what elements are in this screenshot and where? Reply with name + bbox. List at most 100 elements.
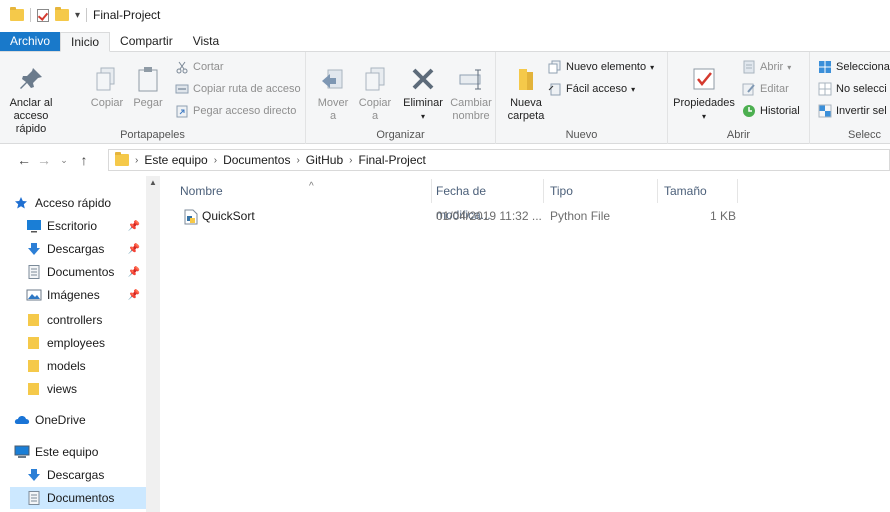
back-arrow-icon[interactable]: ←: [14, 152, 34, 168]
breadcrumb-item[interactable]: Este equipo: [144, 153, 207, 167]
table-row[interactable]: QuickSort 01/04/2019 11:32 ... Python Fi…: [174, 206, 738, 228]
nav-quick-access[interactable]: Acceso rápido: [0, 192, 146, 214]
rename-button[interactable]: Cambiar nombre: [448, 64, 494, 123]
delete-x-icon: [408, 64, 438, 94]
nav-scrollbar[interactable]: ▲: [146, 176, 160, 512]
file-modified: 01/04/2019 11:32 ...: [436, 209, 542, 223]
chevron-right-icon[interactable]: ›: [135, 155, 138, 166]
move-icon: [318, 64, 348, 94]
download-icon: [26, 242, 42, 256]
chevron-down-icon: ▾: [650, 62, 655, 72]
new-folder-button[interactable]: Nueva carpeta: [504, 64, 548, 123]
folder-icon: [115, 152, 129, 166]
divider: [30, 8, 31, 22]
navigation-pane: Acceso rápido Escritorio 📌 Descargas 📌 D…: [0, 176, 146, 512]
new-folder-icon[interactable]: [55, 7, 69, 21]
nav-item-escritorio[interactable]: Escritorio 📌: [0, 215, 146, 237]
group-label-organizar: Organizar: [376, 129, 425, 141]
nav-item-imagenes[interactable]: Imágenes 📌: [0, 284, 146, 306]
invert-selection-icon: [818, 104, 832, 118]
open-button[interactable]: Abrir ▾: [742, 60, 791, 74]
nav-pc-descargas[interactable]: Descargas: [0, 464, 146, 486]
group-nuevo: Nueva carpeta Nuevo elemento ▾ Fácil acc…: [496, 52, 668, 144]
copy-path-button[interactable]: Copiar ruta de acceso: [175, 82, 301, 96]
invert-selection-button[interactable]: Invertir sel: [818, 104, 887, 118]
column-header-type[interactable]: Tipo: [544, 179, 658, 203]
nav-item-views[interactable]: views: [0, 378, 146, 400]
nav-this-pc[interactable]: Este equipo: [0, 441, 146, 463]
pin-icon[interactable]: 📌: [128, 221, 140, 232]
select-all-icon: [818, 60, 832, 74]
tab-vista[interactable]: Vista: [183, 32, 229, 51]
rename-icon: [456, 64, 486, 94]
scissors-icon: [175, 60, 189, 74]
new-item-icon: [548, 60, 562, 74]
nav-item-documentos[interactable]: Documentos 📌: [0, 261, 146, 283]
tab-archivo[interactable]: Archivo: [0, 32, 61, 51]
nav-item-descargas[interactable]: Descargas 📌: [0, 238, 146, 260]
chevron-down-icon: ▾: [420, 112, 425, 121]
desktop-icon: [26, 219, 42, 233]
nav-onedrive[interactable]: OneDrive: [0, 409, 146, 431]
chevron-down-icon: ▾: [701, 112, 706, 121]
forward-arrow-icon[interactable]: →: [34, 152, 54, 168]
file-name: QuickSort: [202, 209, 255, 223]
documents-icon: [26, 491, 42, 505]
easy-access-button[interactable]: Fácil acceso ▾: [548, 82, 635, 96]
nav-item-models[interactable]: models: [0, 355, 146, 377]
title-bar: ▾ Final-Project: [0, 0, 890, 30]
pin-icon[interactable]: 📌: [128, 290, 140, 301]
nav-pc-documentos[interactable]: Documentos: [10, 487, 146, 509]
history-icon: [742, 104, 756, 118]
select-none-button[interactable]: No selecci: [818, 82, 887, 96]
select-all-button[interactable]: Selecciona: [818, 60, 890, 74]
move-to-button[interactable]: Mover a: [314, 64, 352, 123]
properties-icon[interactable]: [37, 8, 49, 22]
pin-icon[interactable]: 📌: [128, 267, 140, 278]
up-arrow-icon[interactable]: ↑: [74, 152, 94, 168]
tab-compartir[interactable]: Compartir: [110, 32, 183, 51]
open-icon: [742, 60, 756, 74]
recent-locations-chevron-icon[interactable]: ⌄: [54, 155, 74, 166]
delete-button[interactable]: Eliminar ▾: [400, 64, 446, 123]
nav-item-controllers[interactable]: controllers: [0, 309, 146, 331]
paste-shortcut-button[interactable]: Pegar acceso directo: [175, 104, 296, 118]
pin-quick-access-button[interactable]: Anclar al acceso rápido: [2, 64, 60, 136]
breadcrumb-item[interactable]: GitHub: [306, 153, 343, 167]
column-header-name[interactable]: Nombre ^: [174, 179, 432, 203]
chevron-right-icon[interactable]: ›: [349, 155, 352, 166]
group-seleccionar: Selecciona No selecci Invertir sel Selec…: [810, 52, 890, 144]
file-list: Nombre ^ Fecha de modifica... Tipo Tamañ…: [160, 176, 890, 512]
copy-button[interactable]: Copiar: [88, 64, 126, 110]
copy-path-icon: [175, 82, 189, 96]
clipboard-icon: [133, 64, 163, 94]
breadcrumb-item[interactable]: Documentos: [223, 153, 290, 167]
nav-item-employees[interactable]: employees: [0, 332, 146, 354]
scroll-up-icon[interactable]: ▲: [149, 178, 157, 187]
chevron-down-icon: ▾: [787, 62, 792, 72]
history-button[interactable]: Historial: [742, 104, 800, 118]
chevron-right-icon[interactable]: ›: [214, 155, 217, 166]
properties-check-icon: [689, 64, 719, 94]
tab-inicio[interactable]: Inicio: [60, 32, 111, 52]
copy-to-icon: [360, 64, 390, 94]
download-icon: [26, 468, 42, 482]
column-header-size[interactable]: Tamaño: [658, 179, 738, 203]
new-folder-icon: [511, 64, 541, 94]
cut-button[interactable]: Cortar: [175, 60, 224, 74]
group-label-abrir: Abrir: [726, 129, 751, 141]
customize-toolbar-icon[interactable]: ▾: [75, 10, 80, 21]
address-bar-row: ← → ⌄ ↑ › Este equipo › Documentos › Git…: [0, 147, 890, 173]
edit-button[interactable]: Editar: [742, 82, 789, 96]
file-size: 1 KB: [709, 209, 736, 223]
group-abrir: Propiedades ▾ Abrir ▾ Editar Historial A…: [668, 52, 810, 144]
breadcrumb[interactable]: › Este equipo › Documentos › GitHub › Fi…: [108, 149, 890, 171]
chevron-right-icon[interactable]: ›: [296, 155, 299, 166]
breadcrumb-item[interactable]: Final-Project: [359, 153, 426, 167]
copy-to-button[interactable]: Copiar a: [356, 64, 394, 123]
pin-icon[interactable]: 📌: [128, 244, 140, 255]
column-header-modified[interactable]: Fecha de modifica...: [430, 179, 544, 222]
paste-button[interactable]: Pegar: [130, 64, 166, 110]
properties-button[interactable]: Propiedades ▾: [672, 64, 736, 123]
new-item-button[interactable]: Nuevo elemento ▾: [548, 60, 654, 74]
